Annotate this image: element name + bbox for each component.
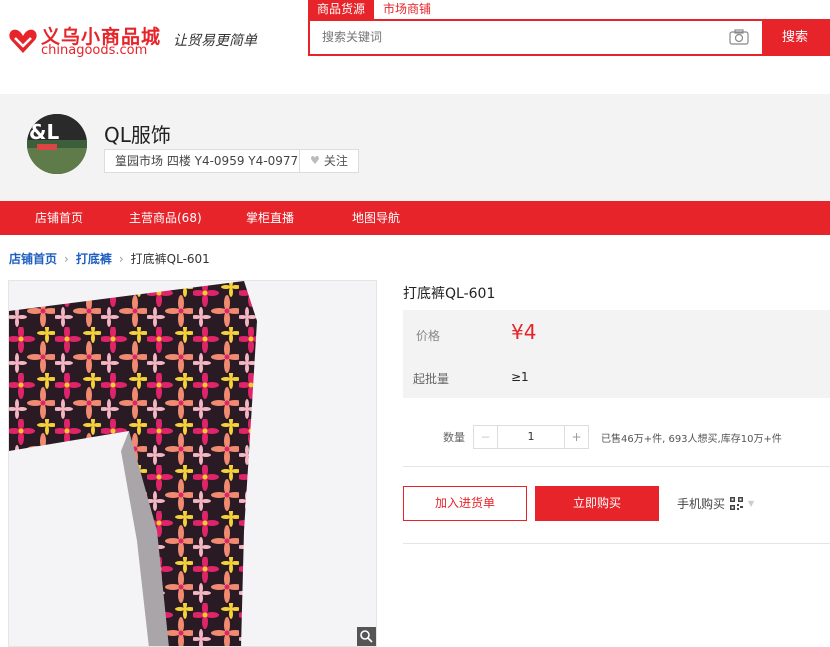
nav-item-live[interactable]: 掌柜直播 xyxy=(246,201,294,235)
qr-code-icon xyxy=(730,497,744,510)
breadcrumb-category[interactable]: 打底裤 xyxy=(76,250,112,267)
site-header: 义乌小商品城 chinagoods.com 让贸易更简单 商品货源 市场商铺 搜… xyxy=(0,0,830,94)
chevron-right-icon: › xyxy=(118,251,124,266)
shop-name: QL服饰 xyxy=(104,123,171,147)
chevron-right-icon: › xyxy=(64,251,69,266)
follow-button[interactable]: ♥ 关注 xyxy=(299,149,359,173)
quantity-input[interactable] xyxy=(498,426,564,448)
shop-avatar[interactable]: &L xyxy=(27,114,87,174)
product-photo xyxy=(9,281,376,646)
quantity-stepper: − + xyxy=(473,425,589,449)
tab-products[interactable]: 商品货源 xyxy=(308,0,375,19)
search-box: 搜索 xyxy=(308,19,830,56)
logo-en-text: chinagoods.com xyxy=(41,43,148,58)
zoom-icon[interactable] xyxy=(357,627,376,646)
search-button[interactable]: 搜索 xyxy=(762,21,828,54)
nav-item-map[interactable]: 地图导航 xyxy=(352,201,400,235)
price-panel: 价格 ¥4 起批量 ≥1 xyxy=(403,310,830,398)
add-to-cart-button[interactable]: 加入进货单 xyxy=(403,486,527,521)
product-title: 打底裤QL-601 xyxy=(403,286,496,302)
follow-label: 关注 xyxy=(323,154,348,168)
nav-item-home[interactable]: 店铺首页 xyxy=(35,201,83,235)
buy-now-button[interactable]: 立即购买 xyxy=(535,486,659,521)
shop-nav: 店铺首页 主营商品(68) 掌柜直播 地图导航 xyxy=(0,201,830,235)
site-logo[interactable]: 义乌小商品城 chinagoods.com 让贸易更简单 xyxy=(8,22,278,62)
tab-shops[interactable]: 市场商铺 xyxy=(374,0,440,19)
breadcrumb-home[interactable]: 店铺首页 xyxy=(9,250,57,267)
heart-icon: ♥ xyxy=(310,154,320,167)
breadcrumb-current: 打底裤QL-601 xyxy=(130,252,210,266)
price-label: 价格 xyxy=(416,329,441,343)
mobile-buy-label: 手机购买 xyxy=(677,497,726,511)
camera-icon[interactable] xyxy=(729,29,749,45)
divider xyxy=(403,466,830,467)
mobile-buy[interactable]: 手机购买 ▼ xyxy=(677,495,754,512)
moq-value: ≥1 xyxy=(511,370,529,384)
avatar-text: &L xyxy=(29,120,59,144)
sales-info: 已售46万+件, 693人想买,库存10万+件 xyxy=(601,433,782,445)
product-image[interactable] xyxy=(8,280,377,647)
divider xyxy=(403,543,830,544)
search-input[interactable] xyxy=(322,30,702,44)
logo-slogan: 让贸易更简单 xyxy=(173,33,257,49)
nav-item-products[interactable]: 主营商品(68) xyxy=(129,201,202,235)
moq-label: 起批量 xyxy=(413,372,450,386)
quantity-minus-button[interactable]: − xyxy=(474,426,498,448)
chevron-down-icon: ▼ xyxy=(748,499,755,508)
breadcrumb: 店铺首页 › 打底裤 › 打底裤QL-601 xyxy=(9,250,210,267)
search-tabs: 商品货源 市场商铺 xyxy=(308,0,440,19)
price-value: ¥4 xyxy=(511,320,537,344)
shop-banner: &L QL服饰 篁园市场 四楼 Y4-0959 Y4-0977 ♥ 关注 xyxy=(0,94,830,201)
quantity-row: 数量 − + 已售46万+件, 693人想买,库存10万+件 xyxy=(443,425,782,449)
quantity-plus-button[interactable]: + xyxy=(564,426,588,448)
shop-location: 篁园市场 四楼 Y4-0959 Y4-0977 xyxy=(104,149,310,173)
avatar-image: &L xyxy=(27,114,87,174)
logo-heart-icon xyxy=(9,29,37,53)
quantity-label: 数量 xyxy=(443,431,465,444)
